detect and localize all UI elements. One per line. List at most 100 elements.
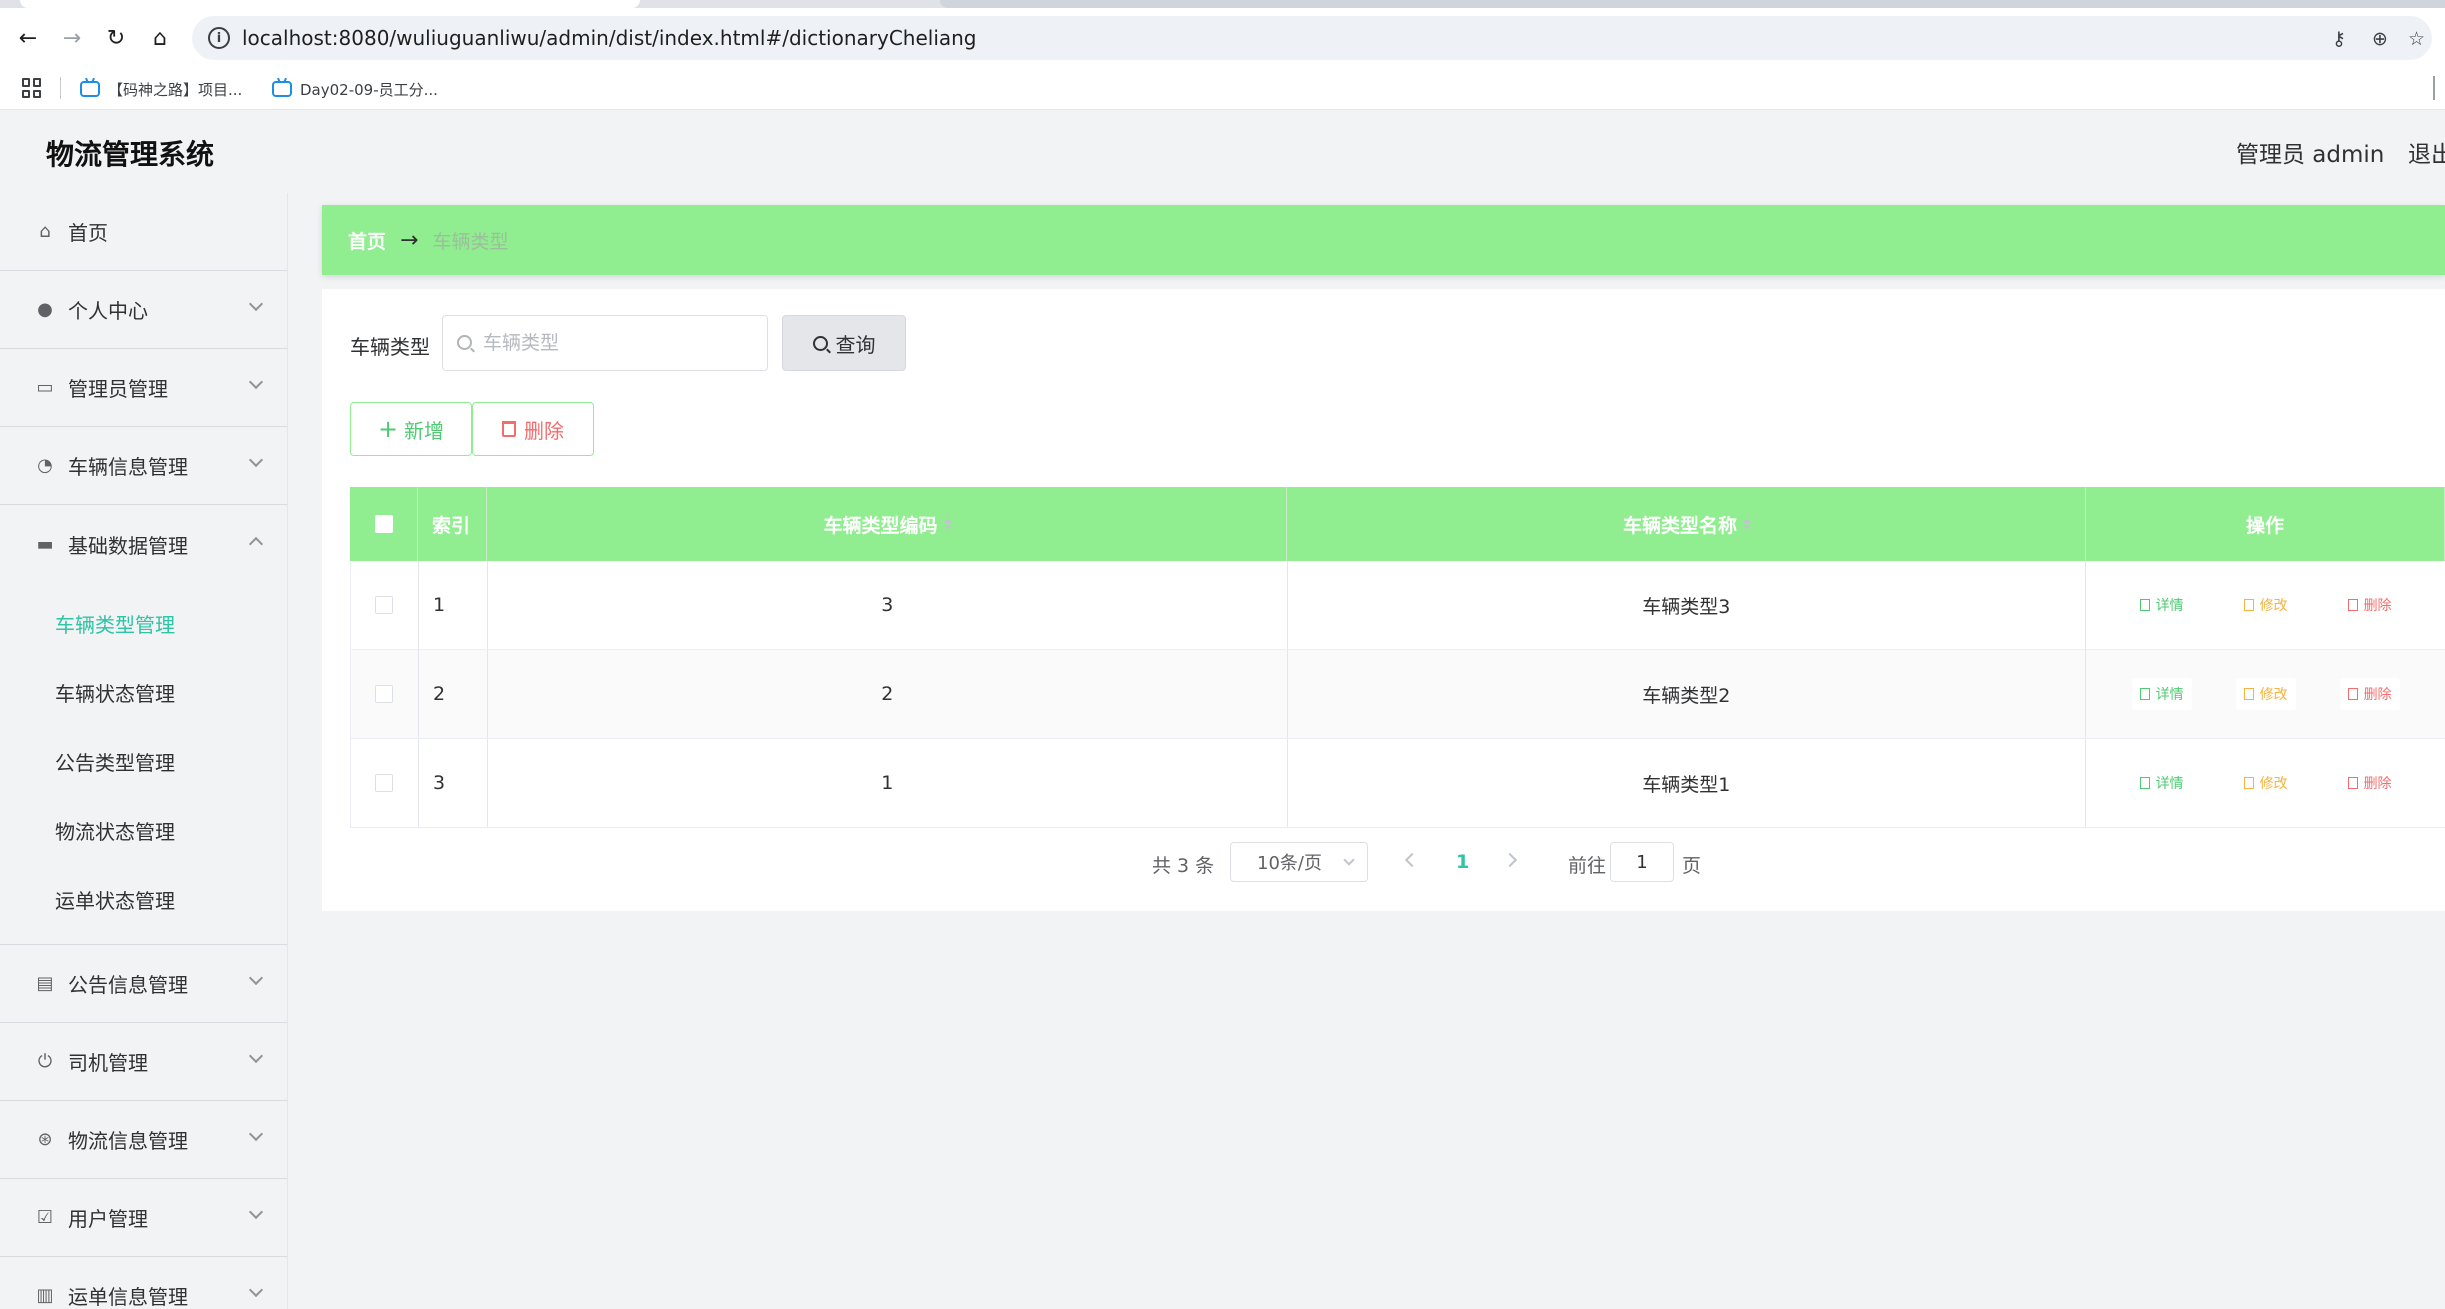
forward-icon[interactable]: → — [56, 22, 88, 54]
delete-button-label: 删除 — [524, 418, 564, 443]
search-icon — [812, 335, 828, 351]
cell-name: 车辆类型2 — [1288, 650, 2087, 738]
page-jump-input[interactable] — [1610, 842, 1674, 882]
header-select-all[interactable] — [350, 487, 418, 561]
apps-grid-icon[interactable] — [22, 78, 42, 98]
bulk-delete-button[interactable]: 删除 — [472, 402, 594, 456]
sidebar-item-vehicles[interactable]: ◔ 车辆信息管理 — [0, 427, 287, 505]
zoom-icon[interactable]: ⊕ — [2372, 28, 2388, 50]
cell-code: 3 — [488, 561, 1288, 649]
app-header: 物流管理系统 管理员 admin 退出 — [0, 111, 2445, 191]
row-select[interactable] — [351, 739, 419, 827]
cell-index: 3 — [419, 739, 488, 827]
sidebar-item-label: 物流信息管理 — [68, 1129, 188, 1153]
cell-index: 1 — [419, 561, 488, 649]
app-title: 物流管理系统 — [46, 138, 215, 171]
search-label: 车辆类型 — [350, 335, 430, 359]
row-checkbox[interactable] — [375, 685, 394, 703]
delete-button[interactable]: 删除 — [2339, 767, 2400, 799]
bilibili-icon — [80, 81, 100, 97]
page-suffix: 页 — [1682, 855, 1702, 877]
delete-button[interactable]: 删除 — [2339, 589, 2400, 621]
table-row: 3 1 车辆类型1 详情 修改 删除 — [350, 739, 2445, 828]
edit-button[interactable]: 修改 — [2235, 589, 2296, 621]
edit-button[interactable]: 修改 — [2235, 767, 2296, 799]
submenu-waybill-status[interactable]: 运单状态管理 — [0, 865, 287, 934]
password-key-icon[interactable]: ⚷ — [2332, 28, 2346, 50]
home-browser-icon[interactable]: ⌂ — [144, 22, 176, 54]
submenu-logistics-status[interactable]: 物流状态管理 — [0, 796, 287, 865]
select-all-checkbox[interactable] — [374, 515, 393, 533]
pagination: 共 3 条 10条/页 1 前往 页 — [322, 842, 2076, 884]
sidebar-item-waybills[interactable]: ▥ 运单信息管理 — [0, 1257, 287, 1309]
current-page[interactable]: 1 — [1456, 851, 1469, 873]
chevron-down-icon — [1343, 854, 1355, 866]
message-icon: ▬ — [36, 533, 54, 555]
address-bar[interactable]: i localhost:8080/wuliuguanliwu/admin/dis… — [192, 16, 2432, 60]
row-checkbox[interactable] — [375, 596, 394, 614]
chevron-down-icon — [248, 1126, 264, 1142]
table-header: 索引 车辆类型编码 车辆类型名称 操作 — [350, 487, 2445, 561]
sidebar-item-base-data[interactable]: ▬ 基础数据管理 — [0, 505, 287, 583]
add-button[interactable]: + 新增 — [350, 402, 472, 456]
sidebar-item-home[interactable]: ⌂ 首页 — [0, 193, 287, 271]
cell-code: 2 — [488, 650, 1288, 738]
sidebar-item-label: 车辆信息管理 — [68, 455, 188, 479]
search-field[interactable] — [442, 315, 768, 371]
sidebar-item-admins[interactable]: ▭ 管理员管理 — [0, 349, 287, 427]
bookmarks-separator — [60, 77, 61, 99]
submenu-notice-type[interactable]: 公告类型管理 — [0, 727, 287, 796]
header-name[interactable]: 车辆类型名称 — [1287, 487, 2086, 561]
edit-icon — [2243, 599, 2254, 611]
sidebar-item-profile[interactable]: ● 个人中心 — [0, 271, 287, 349]
browser-tab-active[interactable] — [20, 0, 640, 8]
delete-label: 删除 — [2363, 776, 2392, 792]
sidebar-item-logistics[interactable]: ⊛ 物流信息管理 — [0, 1101, 287, 1179]
delete-button[interactable]: 删除 — [2339, 678, 2400, 710]
sidebar-item-users[interactable]: ☑ 用户管理 — [0, 1179, 287, 1257]
sort-icon[interactable] — [1743, 518, 1751, 530]
cell-ops: 详情 修改 删除 — [2086, 650, 2445, 738]
detail-button[interactable]: 详情 — [2131, 767, 2192, 799]
cell-index: 2 — [419, 650, 488, 738]
sidebar-item-notices[interactable]: ▤ 公告信息管理 — [0, 945, 287, 1023]
edit-icon — [2243, 777, 2254, 789]
home-icon: ⌂ — [39, 221, 51, 242]
bookmark-item-1[interactable]: 【码神之路】项目... — [80, 76, 242, 102]
browser-tab-other[interactable] — [940, 0, 2445, 8]
row-select[interactable] — [351, 650, 419, 738]
breadcrumb-home[interactable]: 首页 — [348, 227, 386, 254]
chat-icon: ▭ — [36, 377, 54, 398]
detail-button[interactable]: 详情 — [2131, 678, 2192, 710]
next-page-icon[interactable] — [1502, 852, 1518, 868]
row-checkbox[interactable] — [375, 774, 394, 792]
query-button[interactable]: 查询 — [782, 315, 906, 371]
back-icon[interactable]: ← — [12, 22, 44, 54]
bookmark-label: 【码神之路】项目... — [108, 80, 243, 99]
bookmark-star-icon[interactable]: ☆ — [2408, 28, 2425, 50]
detail-label: 详情 — [2155, 776, 2184, 792]
header-ops: 操作 — [2086, 487, 2445, 561]
bookmark-item-2[interactable]: Day02-09-员工分... — [272, 76, 438, 102]
header-code[interactable]: 车辆类型编码 — [487, 487, 1287, 561]
search-input[interactable] — [483, 330, 753, 356]
reload-icon[interactable]: ↻ — [100, 22, 132, 54]
cell-code: 1 — [488, 739, 1288, 827]
site-info-icon[interactable]: i — [208, 27, 230, 49]
edit-button[interactable]: 修改 — [2235, 678, 2296, 710]
detail-button[interactable]: 详情 — [2131, 589, 2192, 621]
sort-icon[interactable] — [943, 518, 952, 530]
trash-icon — [2347, 599, 2358, 611]
chevron-down-icon — [248, 452, 264, 468]
header-index: 索引 — [418, 487, 487, 561]
bookmark-label: Day02-09-员工分... — [300, 80, 438, 99]
prev-page-icon[interactable] — [1404, 852, 1420, 868]
sidebar: ⌂ 首页 ● 个人中心 ▭ 管理员管理 ◔ 车辆信息管理 ▬ 基础数据管理 车辆… — [0, 193, 288, 1309]
logout-link[interactable]: 退出 — [2408, 135, 2445, 169]
page-size-select[interactable]: 10条/页 — [1230, 842, 1368, 882]
address-url[interactable]: localhost:8080/wuliuguanliwu/admin/dist/… — [242, 26, 977, 50]
row-select[interactable] — [351, 561, 419, 649]
submenu-vehicle-status[interactable]: 车辆状态管理 — [0, 658, 287, 727]
submenu-vehicle-type[interactable]: 车辆类型管理 — [0, 589, 287, 658]
sidebar-item-drivers[interactable]: ⏻ 司机管理 — [0, 1023, 287, 1101]
